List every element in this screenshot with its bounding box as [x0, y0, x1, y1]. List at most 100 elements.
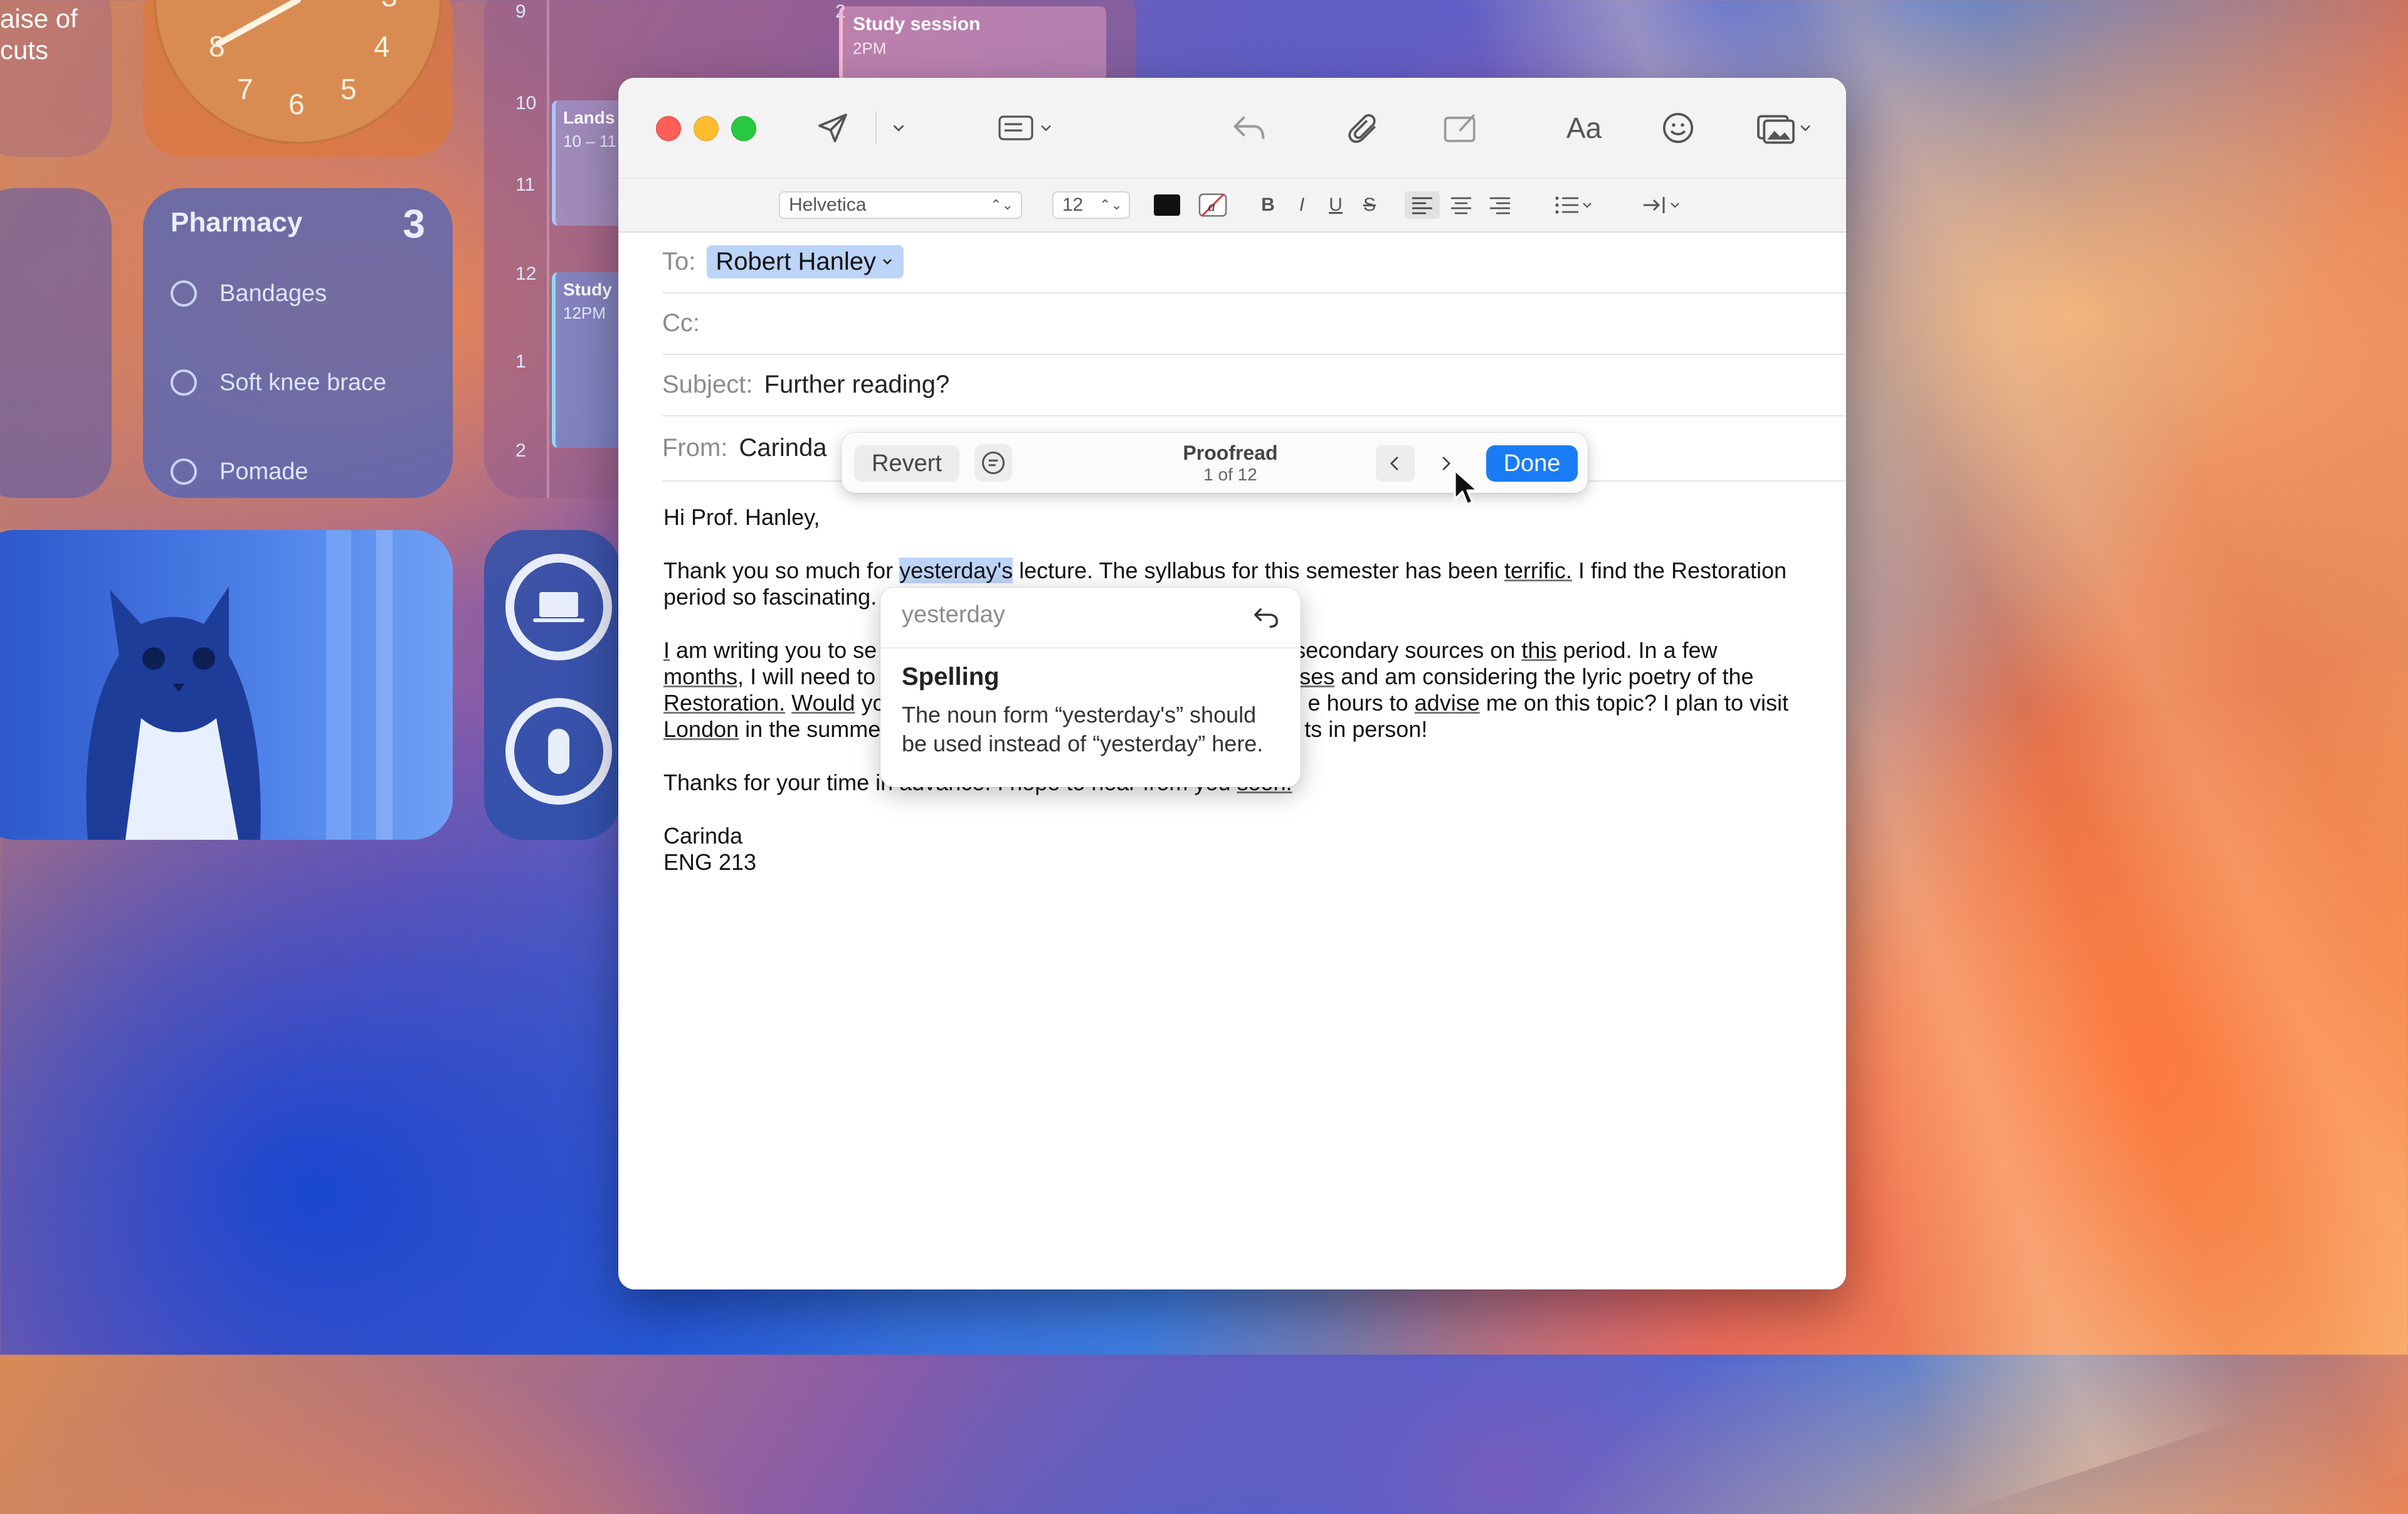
flagged-word[interactable]: terrific. — [1504, 558, 1572, 583]
background-color-button[interactable]: a — [1195, 191, 1230, 219]
reminder-label: Pomade — [219, 458, 309, 485]
font-family-select[interactable]: Helvetica ⌃⌄ — [779, 191, 1022, 219]
underline-button[interactable]: U — [1323, 191, 1348, 219]
text-color-button[interactable] — [1151, 191, 1183, 219]
clock-numeral: 4 — [374, 30, 390, 63]
signature-name: Carinda — [663, 823, 743, 849]
calendar-event[interactable]: Study session 2PM — [839, 6, 1106, 82]
markup-icon — [1444, 114, 1476, 142]
hour-label: 9 — [515, 1, 526, 22]
checkbox-circle-icon[interactable] — [171, 458, 197, 485]
send-icon — [818, 114, 847, 142]
reminder-item[interactable]: Soft knee brace — [171, 365, 386, 400]
clock-numeral: 5 — [341, 73, 357, 105]
subject-value: Further reading? — [764, 370, 950, 398]
svg-text:a: a — [1208, 199, 1215, 214]
chevron-down-icon — [1583, 203, 1592, 208]
attach-button[interactable] — [1338, 105, 1388, 151]
flagged-word[interactable]: advise — [1415, 690, 1480, 716]
clock-widget[interactable]: 8 7 6 5 4 3 — [143, 0, 453, 157]
flagged-word[interactable]: months, — [663, 664, 744, 689]
flagged-word[interactable]: London — [663, 716, 739, 742]
send-options-button[interactable] — [883, 105, 914, 151]
align-right-button[interactable] — [1482, 191, 1518, 219]
stepper-arrows-icon: ⌃⌄ — [990, 197, 1013, 213]
event-time: 12PM — [563, 304, 606, 322]
subject-label: Subject: — [662, 370, 753, 398]
toolbar-divider — [875, 112, 877, 144]
body-greeting: Hi Prof. Hanley, — [663, 504, 820, 530]
popover-divider — [880, 647, 1301, 648]
emoji-icon — [1662, 112, 1694, 144]
align-left-button[interactable] — [1405, 191, 1440, 219]
close-window-button[interactable] — [656, 116, 681, 141]
flagged-word[interactable]: Restoration. — [663, 690, 785, 716]
format-bar: Helvetica ⌃⌄ 12 ⌃⌄ a B I U S — [618, 178, 1846, 233]
chevron-down-icon — [883, 259, 892, 265]
attachment-icon — [1348, 114, 1376, 143]
flagged-word[interactable]: I — [663, 637, 670, 663]
widget-partial[interactable] — [0, 188, 112, 498]
cc-label: Cc: — [662, 309, 700, 337]
reminders-list-title: Pharmacy — [171, 207, 303, 238]
mouse-cursor-icon — [1454, 469, 1479, 506]
font-family-value: Helvetica — [789, 194, 867, 215]
emoji-button[interactable] — [1653, 105, 1703, 151]
recipient-token[interactable]: Robert Hanley — [707, 245, 904, 278]
flagged-word[interactable]: this — [1521, 637, 1556, 663]
signature-course: ENG 213 — [663, 849, 757, 875]
font-size-value: 12 — [1062, 194, 1084, 215]
flagged-word[interactable]: Would — [791, 690, 855, 716]
reply-icon — [1233, 116, 1265, 139]
battery-ring — [505, 554, 612, 660]
reminder-item[interactable]: Bandages — [171, 276, 327, 311]
fonts-button[interactable]: Aa — [1559, 105, 1609, 151]
highlight-color-icon: a — [1198, 193, 1227, 217]
event-title: Lands — [563, 108, 615, 127]
notes-widget[interactable]: aise of cuts — [0, 0, 112, 157]
strikethrough-button[interactable]: S — [1357, 191, 1382, 219]
list-button[interactable] — [1546, 191, 1603, 219]
header-fields-button[interactable] — [988, 105, 1064, 151]
photo-browser-button[interactable] — [1747, 105, 1822, 151]
reminder-label: Bandages — [219, 280, 327, 307]
flagged-word[interactable]: ses — [1299, 664, 1334, 689]
cat-photo — [0, 530, 453, 840]
proofread-title: Proofread — [1183, 442, 1278, 464]
reminders-widget[interactable]: Pharmacy 3 Bandages Soft knee brace Poma… — [143, 188, 453, 498]
revert-button[interactable]: Revert — [854, 445, 959, 482]
batteries-widget[interactable] — [484, 530, 621, 840]
previous-suggestion-button[interactable] — [1376, 445, 1415, 482]
checkbox-circle-icon[interactable] — [171, 280, 197, 307]
indent-button[interactable] — [1634, 191, 1691, 219]
color-swatch-icon — [1154, 194, 1180, 216]
window-toolbar: Aa — [618, 78, 1846, 178]
event-title: Study — [563, 280, 612, 299]
to-field[interactable]: To: Robert Hanley — [662, 231, 1846, 294]
cc-field[interactable]: Cc: — [662, 292, 1846, 355]
undo-suggestion-button[interactable] — [1250, 601, 1282, 633]
font-size-select[interactable]: 12 ⌃⌄ — [1052, 191, 1130, 219]
italic-button[interactable]: I — [1289, 191, 1314, 219]
reminder-item[interactable]: Pomade — [171, 454, 309, 489]
markup-button[interactable] — [1436, 105, 1486, 151]
bold-button[interactable]: B — [1255, 191, 1281, 219]
show-changes-button[interactable] — [974, 444, 1012, 482]
done-button[interactable]: Done — [1486, 445, 1578, 482]
zoom-window-button[interactable] — [731, 116, 756, 141]
reply-button[interactable] — [1224, 105, 1274, 151]
timeline-rule — [547, 0, 549, 498]
send-button[interactable] — [808, 105, 858, 151]
align-center-button[interactable] — [1444, 191, 1479, 219]
proofread-counter: 1 of 12 — [1203, 465, 1257, 484]
checkbox-circle-icon[interactable] — [171, 369, 197, 396]
photo-widget[interactable] — [0, 530, 453, 840]
suggested-replacement[interactable]: yesterday — [902, 601, 1005, 628]
header-fields-icon — [998, 115, 1033, 140]
minimize-window-button[interactable] — [694, 116, 719, 141]
subject-field[interactable]: Subject: Further reading? — [662, 354, 1846, 416]
stepper-arrows-icon: ⌃⌄ — [1099, 197, 1122, 213]
flagged-word[interactable]: yesterday's — [899, 558, 1013, 583]
photo-browser-icon — [1757, 115, 1795, 144]
bullet-list-icon — [1555, 196, 1578, 214]
